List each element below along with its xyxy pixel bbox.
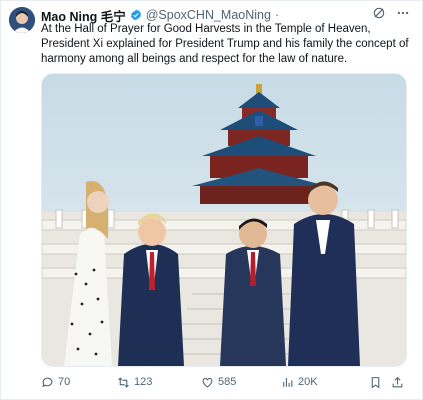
retweet-icon	[118, 376, 129, 388]
like-count: 585	[218, 376, 237, 388]
share-icon	[392, 376, 403, 387]
tweet-actions: 70 123 585 20K	[41, 373, 411, 391]
views-chart-icon	[283, 377, 293, 387]
verified-badge-icon	[130, 9, 141, 21]
share-button[interactable]	[391, 376, 407, 389]
views-button[interactable]: 20K	[281, 376, 369, 389]
tweet-card: Mao Ning 毛宁 @SpoxCHN_MaoNing · At the Ha…	[0, 0, 423, 400]
avatar[interactable]	[9, 7, 35, 33]
reply-count: 70	[58, 376, 71, 388]
tweet-header: Mao Ning 毛宁 @SpoxCHN_MaoNing ·	[41, 7, 412, 24]
tweet-text: At the Hall of Prayer for Good Harvests …	[41, 23, 409, 65]
header-actions	[372, 6, 410, 20]
views-count: 20K	[298, 376, 318, 388]
bookmark-button[interactable]	[369, 376, 391, 389]
like-button[interactable]: 585	[201, 376, 281, 389]
more-options-icon[interactable]	[396, 6, 410, 20]
tweet-photo[interactable]	[41, 73, 407, 367]
heart-icon	[202, 377, 213, 387]
bookmark-icon	[371, 376, 380, 388]
temple-of-heaven-photo	[42, 74, 406, 366]
separator-dot: ·	[274, 8, 280, 22]
retweet-button[interactable]: 123	[117, 376, 201, 389]
author-handle[interactable]: @SpoxCHN_MaoNing	[146, 8, 271, 22]
retweet-count: 123	[134, 376, 153, 388]
reply-icon	[42, 377, 53, 387]
avatar-image	[9, 7, 35, 33]
reply-button[interactable]: 70	[41, 376, 117, 389]
grok-icon[interactable]	[372, 6, 386, 20]
